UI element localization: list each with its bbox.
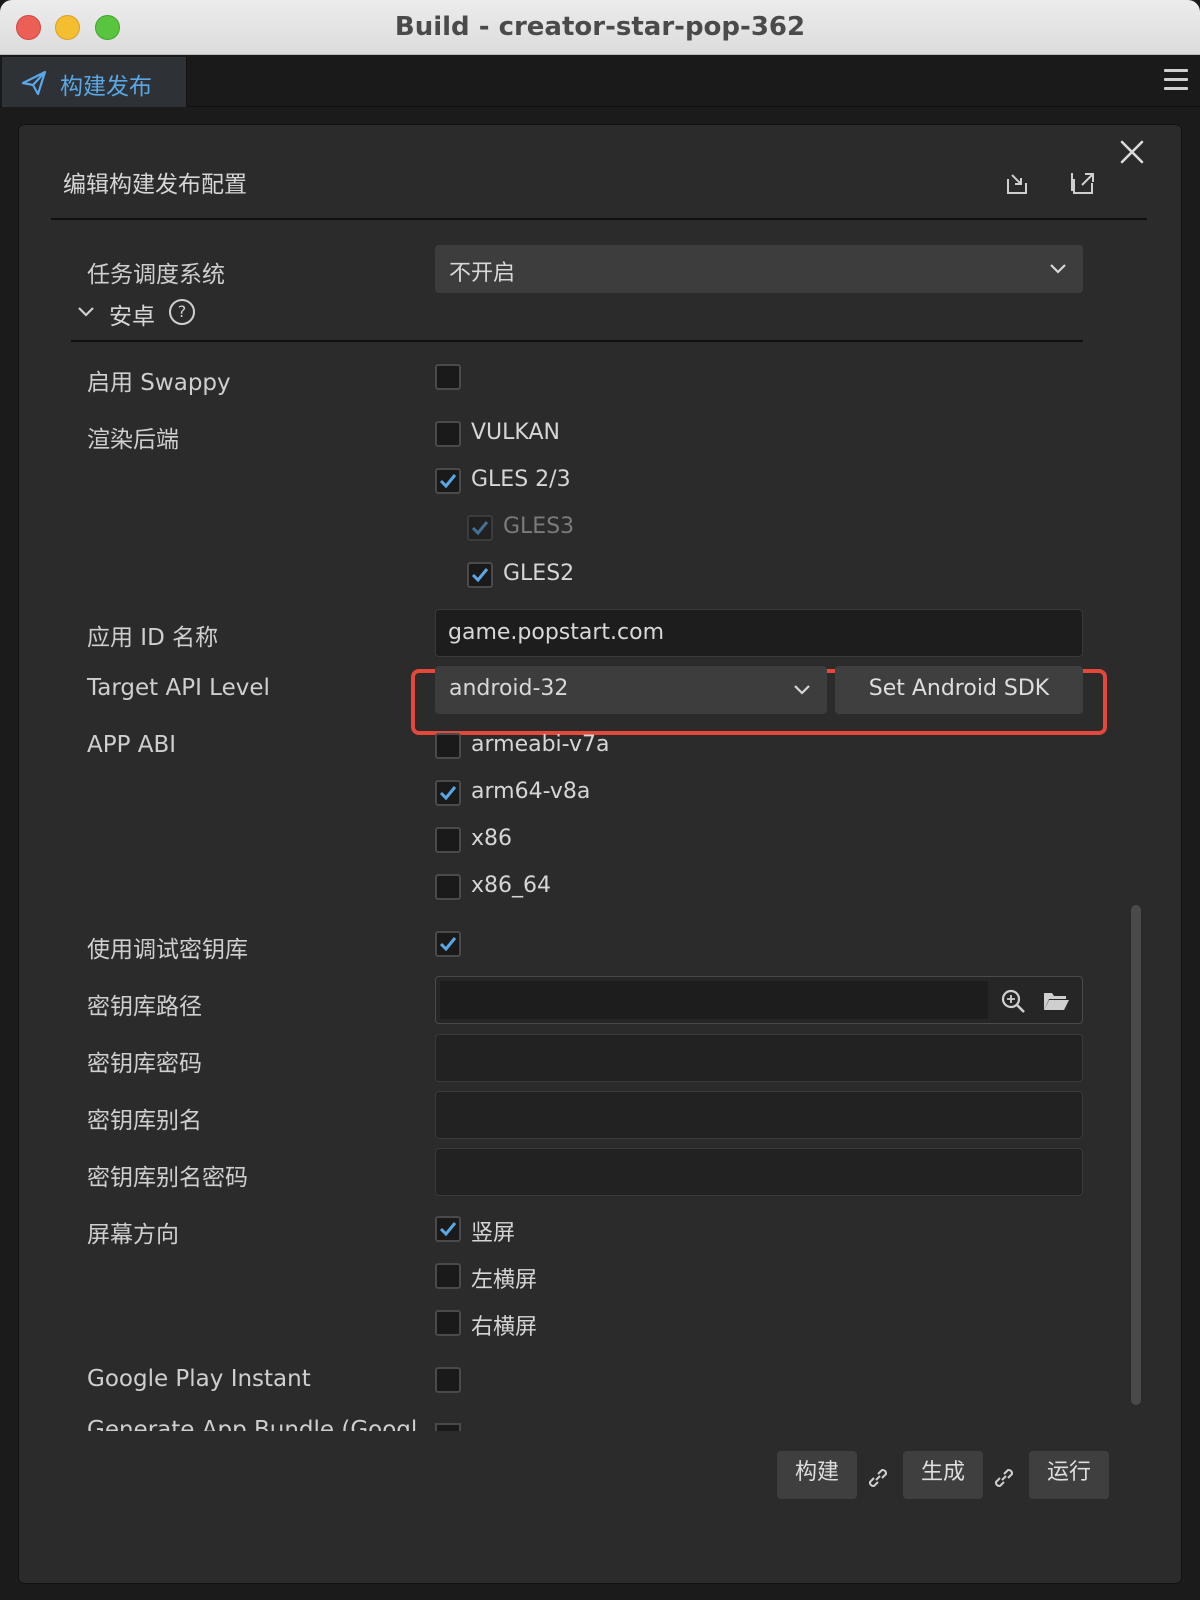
task-scheduler-value: 不开启: [449, 261, 516, 286]
checkmark-icon: [439, 474, 457, 489]
send-icon: [21, 70, 47, 96]
checkmark-icon: [439, 937, 457, 952]
header-divider: [51, 218, 1147, 220]
app-id-label: 应用 ID 名称: [87, 625, 219, 651]
checkmark-icon: [439, 1222, 457, 1237]
x86-label: x86: [471, 826, 513, 851]
tab-bar: 构建发布: [0, 55, 1200, 107]
app-bundle-label: Generate App Bundle (Googl: [87, 1417, 418, 1431]
build-button[interactable]: 构建: [777, 1451, 857, 1499]
tab-label: 构建发布: [60, 74, 152, 100]
gles23-label: GLES 2/3: [471, 467, 571, 492]
build-config-panel: 编辑构建发布配置 任务调度系统 不开启 安卓 ? 启用 Swappy 渲染后端 …: [18, 124, 1182, 1584]
keystore-alias-label: 密钥库别名: [87, 1108, 202, 1134]
portrait-checkbox[interactable]: [435, 1216, 461, 1242]
target-api-select[interactable]: android-32: [435, 666, 827, 714]
keystore-password-input[interactable]: [435, 1034, 1083, 1082]
chevron-down-icon: [1050, 264, 1066, 274]
hamburger-menu-icon[interactable]: [1164, 69, 1188, 91]
landscape-right-label: 右横屏: [471, 1315, 538, 1340]
task-scheduler-select[interactable]: 不开启: [435, 245, 1083, 293]
google-play-instant-label: Google Play Instant: [87, 1366, 311, 1392]
gles3-checkbox: [467, 515, 493, 541]
task-scheduler-label: 任务调度系统: [87, 262, 225, 288]
debug-keystore-label: 使用调试密钥库: [87, 937, 248, 963]
arm64-v8a-checkbox[interactable]: [435, 780, 461, 806]
x86-checkbox[interactable]: [435, 827, 461, 853]
x86-64-checkbox[interactable]: [435, 874, 461, 900]
panel-title: 编辑构建发布配置: [63, 172, 247, 198]
link-icon: [994, 1468, 1014, 1488]
debug-keystore-checkbox[interactable]: [435, 931, 461, 957]
checkmark-icon: [439, 786, 457, 801]
chevron-down-icon: [794, 685, 810, 695]
android-section-label: 安卓: [109, 304, 155, 330]
target-api-label: Target API Level: [87, 675, 270, 701]
link-icon: [868, 1468, 888, 1488]
app-id-input[interactable]: game.popstart.com: [435, 609, 1083, 657]
close-icon[interactable]: [1115, 135, 1149, 169]
chevron-down-icon: [78, 307, 94, 317]
generate-button[interactable]: 生成: [903, 1451, 983, 1499]
title-bar: Build - creator-star-pop-362: [0, 0, 1200, 55]
vulkan-checkbox[interactable]: [435, 421, 461, 447]
tab-build[interactable]: 构建发布: [2, 57, 187, 107]
scrollbar[interactable]: [1131, 905, 1141, 1405]
app-id-value: game.popstart.com: [448, 620, 665, 645]
set-android-sdk-button[interactable]: Set Android SDK: [835, 666, 1083, 714]
gles2-label: GLES2: [503, 561, 575, 586]
help-icon[interactable]: ?: [169, 299, 195, 325]
landscape-right-checkbox[interactable]: [435, 1310, 461, 1336]
vulkan-label: VULKAN: [471, 420, 560, 445]
search-icon[interactable]: [1000, 988, 1026, 1014]
app-bundle-row-clipped: Generate App Bundle (Googl: [87, 1415, 1107, 1431]
app-bundle-checkbox[interactable]: [435, 1423, 461, 1431]
checkmark-icon: [471, 568, 489, 583]
render-backend-label: 渲染后端: [87, 427, 179, 453]
app-abi-label: APP ABI: [87, 732, 177, 758]
gles3-label: GLES3: [503, 514, 575, 539]
armeabi-v7a-label: armeabi-v7a: [471, 732, 610, 757]
checkmark-icon: [471, 521, 489, 536]
swappy-checkbox[interactable]: [435, 364, 461, 390]
keystore-path-field: [435, 976, 1083, 1024]
window-title: Build - creator-star-pop-362: [394, 12, 806, 42]
gles23-checkbox[interactable]: [435, 468, 461, 494]
orientation-label: 屏幕方向: [87, 1222, 179, 1248]
landscape-left-checkbox[interactable]: [435, 1263, 461, 1289]
arm64-v8a-label: arm64-v8a: [471, 779, 591, 804]
gles2-checkbox[interactable]: [467, 562, 493, 588]
landscape-left-label: 左横屏: [471, 1268, 538, 1293]
run-button[interactable]: 运行: [1029, 1451, 1109, 1499]
target-api-value: android-32: [449, 676, 569, 701]
import-icon[interactable]: [1003, 169, 1031, 197]
x86-64-label: x86_64: [471, 873, 552, 898]
export-icon[interactable]: [1069, 169, 1097, 197]
swappy-label: 启用 Swappy: [87, 370, 231, 396]
keystore-alias-password-label: 密钥库别名密码: [87, 1165, 248, 1191]
folder-open-icon[interactable]: [1042, 989, 1070, 1013]
portrait-label: 竖屏: [471, 1221, 516, 1246]
google-play-instant-checkbox[interactable]: [435, 1367, 461, 1393]
section-divider: [71, 340, 1083, 342]
keystore-password-label: 密钥库密码: [87, 1051, 202, 1077]
armeabi-v7a-checkbox[interactable]: [435, 733, 461, 759]
keystore-path-input[interactable]: [440, 981, 988, 1019]
keystore-path-label: 密钥库路径: [87, 994, 202, 1020]
keystore-alias-input[interactable]: [435, 1091, 1083, 1139]
keystore-alias-password-input[interactable]: [435, 1148, 1083, 1196]
